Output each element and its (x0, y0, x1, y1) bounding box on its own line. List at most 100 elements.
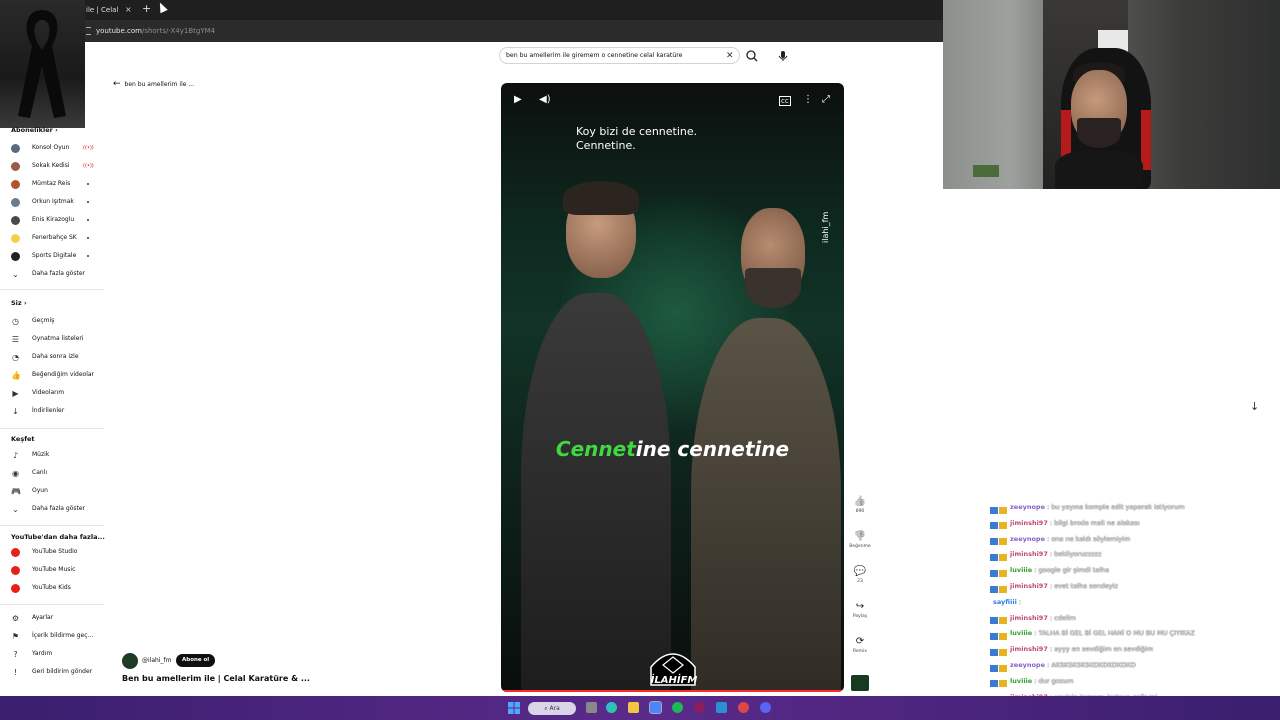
chat-text: : bekliyoruzzzzz (1049, 550, 1102, 559)
fullscreen-icon[interactable]: ⤢ (822, 94, 830, 106)
chat-username: luviiie (1010, 676, 1033, 685)
windows-start-icon[interactable] (508, 702, 520, 714)
remix-button[interactable]: ⟳ Remix (846, 635, 874, 655)
task-view-icon[interactable] (586, 702, 597, 713)
sidebar-item-label: Sokak Kedisi (32, 162, 70, 169)
video-progress-bar[interactable] (501, 690, 844, 692)
sidebar-item-settings[interactable]: ⚙ Ayarlar (0, 611, 104, 625)
chat-text: : google gir şimdi talha (1034, 566, 1110, 575)
new-content-dot (87, 219, 89, 221)
chrome-icon[interactable] (649, 701, 662, 714)
sidebar-item-youtube-app[interactable]: YouTube Kids (0, 581, 104, 595)
sidebar-item-youtube-app[interactable]: YouTube Studio (0, 545, 104, 559)
chat-text: : dur gozum (1034, 676, 1074, 685)
sidebar-item-label: Daha fazla göster (32, 505, 85, 512)
sidebar-item-label: Ayarlar (32, 614, 54, 621)
sidebar-item-subscription[interactable]: Mümtaz Reis (0, 177, 104, 191)
black-ribbon-icon (18, 10, 66, 118)
shorts-video-player[interactable]: ▶ ◀) cc ⋮ ⤢ Koy bizi de cennetine. Cenne… (501, 83, 844, 692)
channel-avatar (11, 180, 20, 189)
back-button[interactable]: ← ben bu amellerim ile ... (113, 78, 194, 91)
channel-handle[interactable]: @ilahi_fm (142, 654, 171, 668)
chat-message: sayfiiii : (990, 594, 1021, 610)
search-icon[interactable] (744, 48, 760, 64)
sidebar-item-explore[interactable]: 🎮 Oyun (0, 484, 104, 498)
sidebar: Abonelikler › Konsol Oyun ((•)) Sokak Kedi… (0, 120, 105, 690)
sidebar-item-label: Videolarım (32, 389, 65, 396)
dislike-button[interactable]: 👎 Beğenme (846, 530, 874, 550)
you-header[interactable]: Siz › (11, 299, 27, 307)
share-button[interactable]: ↪ Paylaş (846, 600, 874, 620)
sidebar-item-subscription[interactable]: Konsol Oyun ((•)) (0, 141, 104, 155)
subscriptions-header[interactable]: Abonelikler › (11, 126, 58, 134)
site-info-icon[interactable] (86, 27, 91, 35)
sidebar-item-you[interactable]: ↓ İndirilenler (0, 404, 104, 418)
chat-message: jiminshi97 : cdelim (990, 610, 1076, 626)
action-label: Remix (853, 649, 867, 654)
sidebar-item-settings[interactable]: ! Geri bildirim gönder (0, 665, 104, 679)
sidebar-item-explore[interactable]: ♪ Müzik (0, 448, 104, 462)
clear-search-icon[interactable]: ✕ (726, 48, 734, 64)
file-explorer-icon[interactable] (628, 702, 639, 713)
more-options-icon[interactable]: ⋮ (803, 94, 813, 106)
microphone-icon[interactable] (775, 48, 791, 64)
sidebar-item-explore[interactable]: ◉ Canlı (0, 466, 104, 480)
search-input[interactable]: ben bu amellerim ile giremem o cennetine… (499, 47, 740, 64)
channel-avatar (11, 144, 20, 153)
arrow-down-icon[interactable]: ↓ (1250, 400, 1259, 413)
discord-icon[interactable] (760, 702, 771, 713)
sidebar-item-subscription[interactable]: Orkun Işıtmak (0, 195, 104, 209)
sidebar-item-you[interactable]: 👍 Beğendiğim videolar (0, 368, 104, 382)
chat-username: zeeynope (1010, 534, 1045, 543)
telegram-icon[interactable] (716, 702, 727, 713)
play-icon[interactable]: ▶ (514, 94, 522, 106)
sidebar-item-subscription[interactable]: Fenerbahçe SK (0, 231, 104, 245)
sidebar-item-you[interactable]: ◷ Geçmiş (0, 314, 104, 328)
sidebar-item-settings[interactable]: ⚑ İçerik bildirme geç... (0, 629, 104, 643)
new-content-dot (87, 237, 89, 239)
sidebar-subs-show-more[interactable]: ⌄ Daha fazla göster (0, 267, 104, 281)
sidebar-item-subscription[interactable]: Enis Kirazoglu (0, 213, 104, 227)
tab-close-icon[interactable]: × (125, 3, 132, 17)
new-tab-button[interactable]: + (142, 1, 151, 17)
explore-header: Keşfet (11, 435, 35, 443)
video-title[interactable]: Ben bu amellerim ile | Celal Karatüre & … (122, 672, 310, 686)
download-icon: ↓ (12, 407, 19, 416)
chat-badges-icon (990, 630, 1010, 640)
singer-right-body (691, 318, 841, 692)
subscribe-button[interactable]: Abone ol (176, 654, 216, 667)
gear-icon: ⚙ (11, 614, 20, 623)
sidebar-item-you[interactable]: ▶ Videolarım (0, 386, 104, 400)
sidebar-item-youtube-app[interactable]: YouTube Music (0, 563, 104, 577)
webcam-streamer-body (1055, 150, 1143, 189)
sidebar-item-subscription[interactable]: Sports Digitale (0, 249, 104, 263)
chat-username: jiminshi97 (1010, 582, 1048, 590)
sidebar-item-you[interactable]: ☰ Oynatma listeleri (0, 332, 104, 346)
channel-thumbnail[interactable] (851, 675, 869, 691)
chat-badges-icon (990, 519, 1010, 530)
edge-browser-icon[interactable] (606, 702, 617, 713)
chevron-down-icon: ⌄ (12, 270, 19, 279)
comment-button[interactable]: 💬 23 (846, 565, 874, 585)
sidebar-item-subscription[interactable]: Sokak Kedisi ((•)) (0, 159, 104, 173)
chat-message: jiminshi97 : ayyy en sevdiğim en sevdiği… (990, 641, 1153, 657)
sidebar-item-label: Mümtaz Reis (32, 180, 71, 187)
divider (0, 428, 104, 429)
spotify-icon[interactable] (672, 702, 683, 713)
volume-icon[interactable]: ◀) (539, 94, 551, 106)
live-icon: ((•)) (83, 163, 94, 169)
black-ribbon-overlay (0, 0, 85, 128)
app-icon[interactable] (738, 702, 749, 713)
captions-icon[interactable]: cc (779, 96, 791, 106)
chevron-down-icon: ⌄ (12, 505, 19, 514)
sidebar-item-settings[interactable]: ? Yardım (0, 647, 104, 661)
url-text[interactable]: youtube.com/shorts/-X4y1BtgYM4 (96, 24, 215, 38)
sidebar-item-label: Konsol Oyun (32, 144, 70, 151)
channel-avatar[interactable] (122, 653, 138, 669)
taskbar-search[interactable]: ⌕ Ara (528, 702, 576, 715)
sidebar-item-explore[interactable]: ⌄ Daha fazla göster (0, 502, 104, 516)
sidebar-item-you[interactable]: ◔ Daha sonra izle (0, 350, 104, 364)
like-button[interactable]: 👍 890 (846, 495, 874, 515)
app-icon[interactable] (694, 702, 705, 713)
karaoke-rest: ine cennetine (635, 437, 790, 461)
